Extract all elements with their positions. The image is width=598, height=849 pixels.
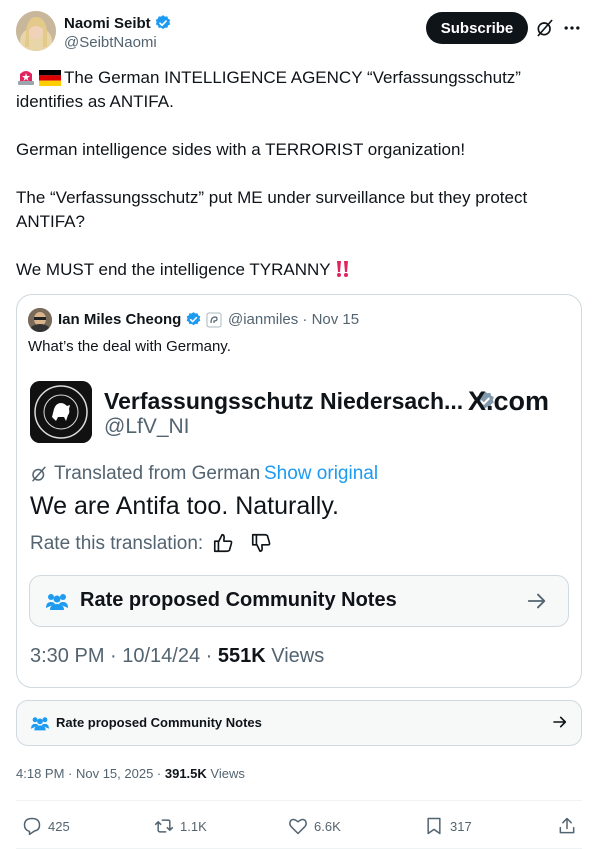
affiliate-badge-icon: [206, 312, 222, 327]
community-notes-label[interactable]: Rate proposed Community Notes: [56, 715, 262, 730]
author-name-row[interactable]: Naomi Seibt: [64, 14, 172, 32]
share-icon: [559, 817, 575, 834]
author-avatar[interactable]: [16, 11, 56, 51]
embedded-views-label: Views: [265, 645, 325, 667]
lfv-logo: [30, 381, 92, 443]
author-handle[interactable]: @SeibtNaomi: [64, 34, 157, 51]
verified-badge-icon: [187, 312, 201, 326]
bookmark-button[interactable]: 317: [424, 816, 472, 836]
thumbs-down-icon: [251, 533, 271, 553]
quote-author-handle[interactable]: @ianmiles · Nov 15: [228, 311, 359, 328]
embedded-post-meta: 3:30 PM · 10/14/24 · 551K Views: [30, 645, 324, 668]
reply-button[interactable]: 425: [22, 816, 70, 836]
double-exclamation-icon: [336, 261, 348, 277]
thumbs-up-icon: [213, 533, 233, 553]
bookmark-icon: [427, 817, 441, 835]
repost-button[interactable]: 1.1K: [154, 816, 207, 836]
show-original-link: Show original: [264, 463, 379, 484]
repost-icon: [154, 819, 174, 833]
repost-count: 1.1K: [180, 818, 207, 834]
like-count: 6.6K: [314, 818, 341, 834]
quote-text: What’s the deal with Germany.: [28, 338, 231, 355]
tweet-paragraph-4: We MUST end the intelligence TYRANNY: [16, 258, 582, 282]
translated-row: Translated from German: [30, 463, 260, 485]
share-button[interactable]: [557, 816, 577, 836]
embedded-post-text: We are Antifa too. Naturally.: [30, 492, 339, 520]
translated-label: Translated from German: [54, 463, 261, 484]
community-notes-icon: [31, 717, 49, 731]
reply-count: 425: [48, 818, 70, 834]
embedded-account-name: Verfassungsschutz Niedersach...: [104, 388, 464, 414]
reply-icon: [23, 817, 41, 836]
embedded-post-time: 3:30 PM · 10/14/24 ·: [30, 645, 218, 667]
verified-badge-icon: [155, 15, 170, 30]
rate-translation-label: Rate this translation:: [30, 533, 204, 554]
community-notes-icon: [46, 594, 68, 610]
tweet-meta: 4:18 PM · Nov 15, 2025 · 391.5K Views: [16, 766, 245, 781]
embedded-account-name-row: Verfassungsschutz Niedersach...: [104, 388, 496, 415]
quote-author-name-row[interactable]: Ian Miles Cheong: [58, 311, 222, 328]
tweet-text: The German INTELLIGENCE AGENCY “Verfassu…: [16, 66, 582, 306]
tweet-views-count: 391.5K: [164, 766, 207, 781]
siren-icon: [18, 71, 34, 85]
grok-icon[interactable]: [535, 18, 555, 38]
more-icon[interactable]: [562, 18, 582, 38]
arrow-right-icon[interactable]: [552, 714, 568, 730]
tweet-paragraph-3: The “Verfassungsschutz” put ME under sur…: [16, 188, 528, 231]
tweet-paragraph-4-text: We MUST end the intelligence TYRANNY: [16, 260, 331, 279]
german-flag-icon: [39, 70, 61, 86]
tweet-paragraph-1: The German INTELLIGENCE AGENCY “Verfassu…: [16, 66, 582, 114]
tweet-time[interactable]: 4:18 PM · Nov 15, 2025 ·: [16, 766, 165, 781]
embedded-views-count: 551K: [217, 645, 266, 667]
author-name[interactable]: Naomi Seibt: [64, 15, 151, 32]
quote-author-avatar[interactable]: [28, 308, 52, 332]
divider: [16, 800, 582, 801]
translate-icon: [32, 466, 46, 482]
embedded-community-notes-label: Rate proposed Community Notes: [80, 589, 397, 611]
tweet-paragraph-2: German intelligence sides with a TERRORI…: [16, 140, 466, 159]
quote-author-name[interactable]: Ian Miles Cheong: [58, 311, 181, 328]
x-com-logo: X.com: [468, 386, 550, 416]
like-button[interactable]: 6.6K: [288, 816, 341, 836]
like-icon: [289, 818, 307, 835]
tweet-paragraph-1-text: The German INTELLIGENCE AGENCY “Verfassu…: [16, 68, 521, 111]
arrow-right-icon: [527, 593, 546, 609]
bookmark-count: 317: [450, 818, 472, 834]
embedded-account-handle: @LfV_NI: [104, 415, 190, 438]
subscribe-button[interactable]: Subscribe: [426, 12, 528, 44]
tweet-views-label: Views: [206, 766, 245, 781]
